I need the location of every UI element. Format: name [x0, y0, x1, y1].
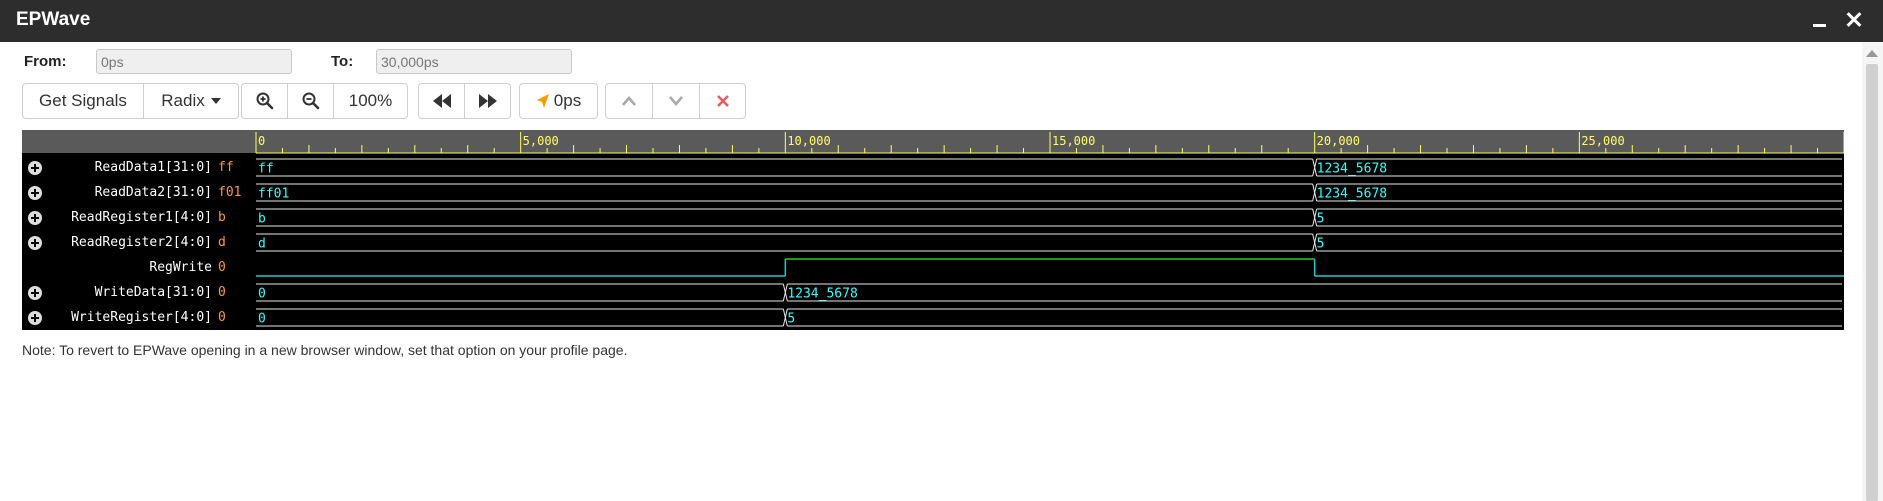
fast-forward-icon: [478, 94, 497, 108]
ruler-tick-label: 5,000: [523, 134, 559, 148]
bus-value-label: 0: [258, 287, 266, 302]
zoom-out-icon: [302, 92, 319, 110]
location-arrow-icon: [536, 94, 549, 108]
signal-name[interactable]: WriteRegister[4:0]: [71, 310, 212, 325]
ruler-tick-label: 15,000: [1052, 134, 1095, 148]
close-window-icon[interactable]: [1842, 8, 1866, 32]
minimize-icon[interactable]: [1808, 8, 1832, 32]
note-text: Note: To revert to EPWave opening in a n…: [22, 342, 628, 358]
expand-plus-icon[interactable]: [28, 185, 42, 200]
cursor-time-label: 0ps: [553, 91, 582, 110]
from-input[interactable]: [96, 49, 292, 74]
bus-value-label: 5: [1317, 212, 1325, 227]
zoom-button-group: 100%: [241, 83, 408, 119]
to-label: To:: [331, 53, 354, 70]
get-signals-button[interactable]: Get Signals: [22, 83, 144, 119]
signal-value: b: [218, 209, 226, 225]
ruler-tick-label: 0: [258, 134, 265, 148]
jump-back-button[interactable]: [418, 83, 465, 119]
signal-name[interactable]: ReadRegister2[4:0]: [71, 235, 212, 250]
scrollbar-thumb[interactable]: [1866, 64, 1878, 501]
signal-value: ff: [218, 159, 234, 175]
waveform-canvas[interactable]: 0 5,000 10,000 15,000 20,000 25,000 ff 1234_567…: [22, 130, 1844, 330]
zoom-level-button[interactable]: 100%: [333, 83, 408, 119]
ruler-tick-label: 10,000: [787, 134, 830, 148]
expand-plus-icon[interactable]: [28, 285, 42, 300]
bus-value-label: b: [258, 212, 266, 227]
bus-value-label: 1234_5678: [1317, 187, 1387, 202]
bus-value-label: 5: [787, 312, 795, 327]
app-title: EPWave: [16, 9, 91, 30]
ruler-tick-label: 25,000: [1581, 134, 1624, 148]
title-bar: EPWave: [0, 0, 1883, 42]
expand-plus-icon[interactable]: [28, 235, 42, 250]
marker-button-group: [605, 83, 746, 119]
chevron-up-icon: [622, 96, 636, 106]
navigation-button-group: [418, 83, 511, 119]
bus-value-label: 1234_5678: [787, 287, 857, 302]
bus-value-label: 5: [1317, 237, 1325, 252]
signal-value: 0: [218, 259, 226, 275]
expand-plus-icon[interactable]: [28, 210, 42, 225]
from-label: From:: [24, 53, 67, 70]
zoom-in-button[interactable]: [241, 83, 288, 119]
signal-value: 0: [218, 284, 226, 300]
zoom-in-icon: [256, 92, 273, 110]
radix-button[interactable]: Radix: [143, 83, 239, 119]
signal-value: 0: [218, 309, 226, 325]
radix-label: Radix: [161, 91, 205, 110]
caret-down-icon: [210, 98, 221, 104]
signal-value: f01: [218, 184, 242, 200]
bus-value-label: ff: [258, 162, 274, 177]
to-input[interactable]: [376, 49, 572, 74]
fast-backward-icon: [432, 94, 451, 108]
ruler-tick-label: 20,000: [1317, 134, 1360, 148]
cursor-time-button[interactable]: 0ps: [519, 83, 598, 119]
signal-name[interactable]: ReadData2[31:0]: [95, 185, 212, 200]
signal-value: d: [218, 234, 226, 250]
bus-value-label: 1234_5678: [1317, 162, 1387, 177]
signal-name[interactable]: WriteData[31:0]: [95, 285, 212, 300]
waveform-viewer[interactable]: 0 5,000 10,000 15,000 20,000 25,000 ff 1234_567…: [22, 130, 1844, 330]
close-icon: [716, 95, 729, 107]
signals-button-group: Get Signals Radix: [22, 83, 239, 119]
signal-name[interactable]: ReadData1[31:0]: [95, 160, 212, 175]
scroll-up-arrow-icon[interactable]: [1866, 50, 1878, 57]
bus-value-label: ff01: [258, 187, 289, 202]
jump-forward-button[interactable]: [464, 83, 511, 119]
signal-name[interactable]: ReadRegister1[4:0]: [71, 210, 212, 225]
chevron-down-icon: [669, 96, 683, 106]
bus-value-label: d: [258, 237, 266, 252]
bus-value-label: 0: [258, 312, 266, 327]
delete-button[interactable]: [699, 83, 746, 119]
signal-name[interactable]: RegWrite: [149, 260, 212, 275]
cursor-button-group: 0ps: [519, 83, 598, 119]
previous-button[interactable]: [605, 83, 653, 119]
next-button[interactable]: [652, 83, 700, 119]
zoom-out-button[interactable]: [287, 83, 334, 119]
expand-plus-icon[interactable]: [28, 160, 42, 175]
expand-plus-icon[interactable]: [28, 310, 42, 325]
